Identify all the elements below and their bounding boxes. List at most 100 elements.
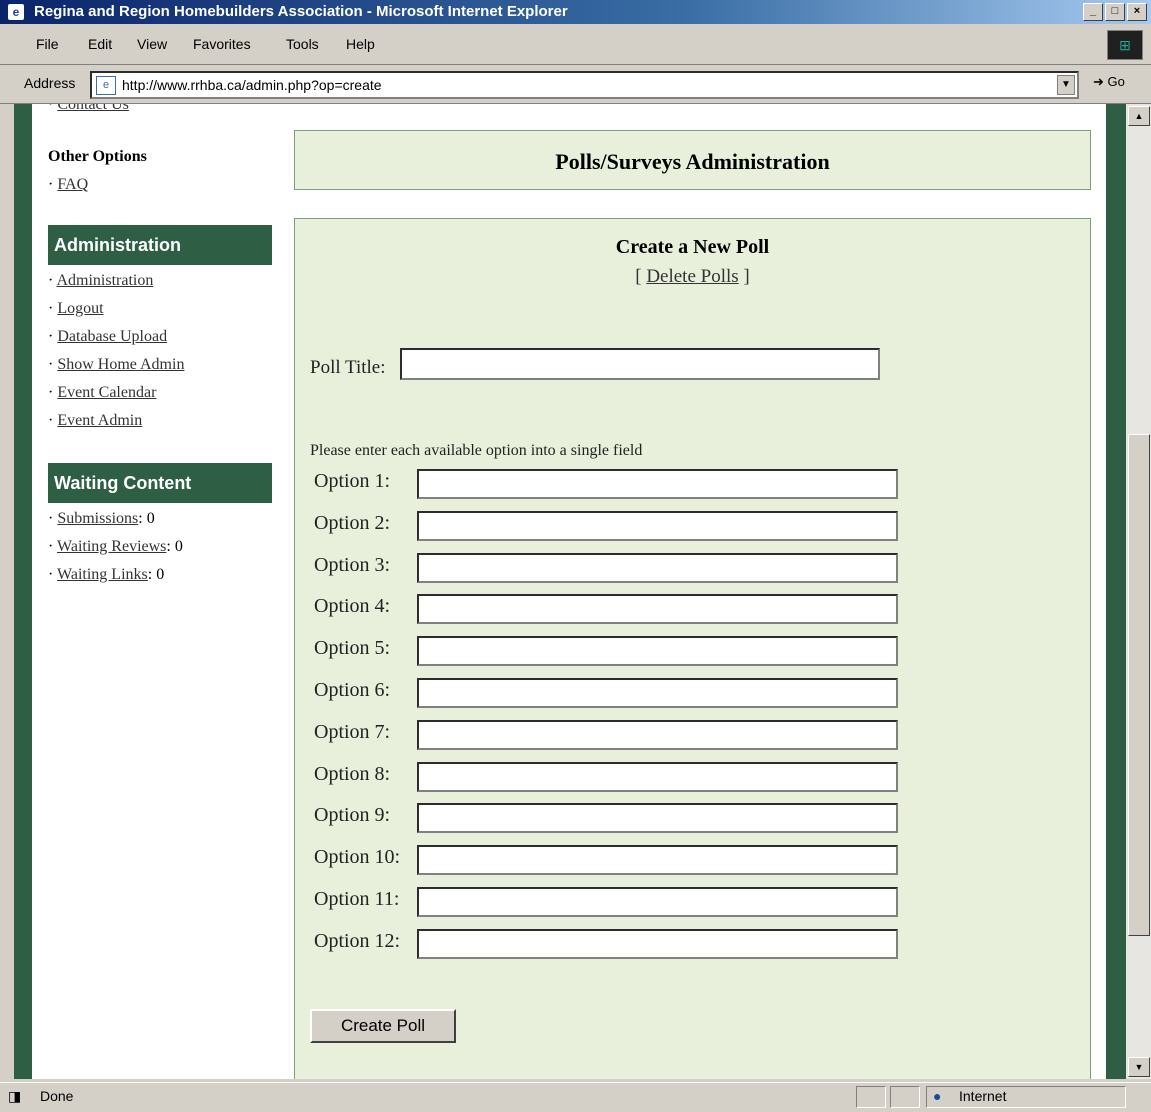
page-viewport: · Contact Us Other Options · FAQ Adminis… [14,104,1126,1079]
sidebar-item-administration[interactable]: · Administration [48,272,153,290]
status-zone: ● Internet [926,1086,1126,1108]
minimize-icon[interactable]: _ [1083,3,1103,21]
option-label: Option 7: [314,720,391,743]
database-upload-link[interactable]: Database Upload [57,328,167,345]
option-input[interactable] [417,552,898,583]
ie-icon: e [8,4,24,20]
menu-view[interactable]: View [137,36,167,52]
contact-link[interactable]: Contact Us [57,104,129,113]
scroll-thumb[interactable] [1128,434,1150,936]
sidebar-item-contact[interactable]: · Contact Us [48,104,129,114]
event-admin-link[interactable]: Event Admin [57,412,142,429]
option-input[interactable] [417,928,898,959]
status-bar: ◨ Done ● Internet [0,1082,1151,1112]
option-label: Option 1: [314,470,391,492]
go-arrow-icon: ➜ [1093,74,1104,89]
other-options-heading: Other Options [48,148,147,165]
go-label: Go [1107,74,1125,89]
menu-edit[interactable]: Edit [88,36,112,52]
right-border [1106,104,1126,1079]
menu-favorites[interactable]: Favorites [193,36,251,52]
administration-heading: Administration [48,225,272,265]
sidebar-item-submissions[interactable]: · Submissions: 0 [48,510,155,528]
maximize-icon[interactable]: □ [1105,3,1125,21]
option-input[interactable] [417,594,898,625]
option-label: Option 4: [314,595,391,618]
status-segment [890,1086,920,1108]
address-input[interactable]: e http://www.rrhba.ca/admin.php?op=creat… [90,71,1079,99]
option-input[interactable] [417,719,898,750]
create-poll-button[interactable]: Create Poll [310,1009,456,1043]
option-label: Option 3: [314,553,391,576]
sidebar-item-faq[interactable]: · FAQ [48,176,88,194]
sidebar-item-logout[interactable]: · Logout [48,300,104,318]
sidebar-item-show-home-admin[interactable]: · Show Home Admin [48,356,184,374]
option-label: Option 5: [314,637,391,660]
show-home-admin-link[interactable]: Show Home Admin [57,356,184,373]
page-title: Polls/Surveys Administration [555,149,830,174]
waiting-content-heading: Waiting Content [48,463,272,503]
page-icon: e [96,76,116,95]
sidebar-item-waiting-links[interactable]: · Waiting Links: 0 [48,566,164,584]
option-input[interactable] [417,761,898,792]
option-input[interactable] [417,678,898,708]
option-label: Option 12: [314,929,401,952]
status-text: Done [40,1088,74,1104]
status-page-icon: ◨ [8,1088,22,1104]
window-title: Regina and Region Homebuilders Associati… [34,3,568,20]
chevron-down-icon[interactable]: ▼ [1057,75,1075,95]
option-input[interactable] [417,510,898,541]
event-calendar-link[interactable]: Event Calendar [57,384,156,401]
waiting-links-count: : 0 [147,566,165,583]
instructions-text: Please enter each available option into … [310,442,643,459]
administration-link[interactable]: Administration [56,272,153,289]
address-url: http://www.rrhba.ca/admin.php?op=create [122,77,382,93]
zone-label: Internet [959,1088,1007,1104]
submissions-count: : 0 [138,510,155,527]
delete-polls-link[interactable]: Delete Polls [646,266,738,287]
option-label: Option 10: [314,846,401,869]
address-bar: Address e http://www.rrhba.ca/admin.php?… [0,65,1151,104]
option-label: Option 6: [314,679,391,701]
status-segment [856,1086,886,1108]
go-button[interactable]: ➜ Go [1093,74,1125,90]
option-input[interactable] [417,803,898,834]
globe-icon: ● [933,1088,942,1104]
option-input[interactable] [417,469,898,499]
sidebar-item-database-upload[interactable]: · Database Upload [48,328,167,346]
sidebar-item-waiting-reviews[interactable]: · Waiting Reviews: 0 [48,538,183,556]
delete-polls-row: [ Delete Polls ] [294,266,1091,288]
option-input[interactable] [417,887,898,917]
option-label: Option 8: [314,762,391,785]
option-label: Option 11: [314,888,400,910]
option-input[interactable] [417,845,898,876]
window-controls: _ □ × [1083,3,1147,21]
form-title: Create a New Poll [615,236,770,258]
admin-header-panel: Polls/Surveys Administration [294,130,1091,190]
waiting-reviews-count: : 0 [166,538,183,555]
option-input[interactable] [417,636,898,667]
close-icon[interactable]: × [1127,3,1147,21]
poll-title-input[interactable] [400,348,880,380]
sidebar-item-event-admin[interactable]: · Event Admin [48,412,142,430]
vertical-scrollbar[interactable]: ▲ ▼ [1126,104,1151,1079]
waiting-reviews-link[interactable]: Waiting Reviews [57,538,166,555]
menu-tools[interactable]: Tools [286,36,319,52]
window-title-bar: e Regina and Region Homebuilders Associa… [0,0,1151,24]
left-border [14,104,32,1079]
menu-bar: File Edit View Favorites Tools Help ⊞ [0,24,1151,65]
scroll-down-icon[interactable]: ▼ [1128,1057,1150,1077]
logout-link[interactable]: Logout [57,300,103,317]
faq-link[interactable]: FAQ [57,176,88,193]
sidebar-item-event-calendar[interactable]: · Event Calendar [48,384,156,402]
address-label: Address [24,75,76,91]
windows-logo-icon: ⊞ [1107,30,1143,60]
menu-help[interactable]: Help [346,36,375,52]
menu-file[interactable]: File [36,36,59,52]
option-label: Option 9: [314,804,391,827]
scroll-up-icon[interactable]: ▲ [1128,106,1150,126]
bracket-close: ] [743,266,750,287]
option-label: Option 2: [314,511,391,534]
submissions-link[interactable]: Submissions [57,510,138,527]
waiting-links-link[interactable]: Waiting Links [57,566,148,583]
